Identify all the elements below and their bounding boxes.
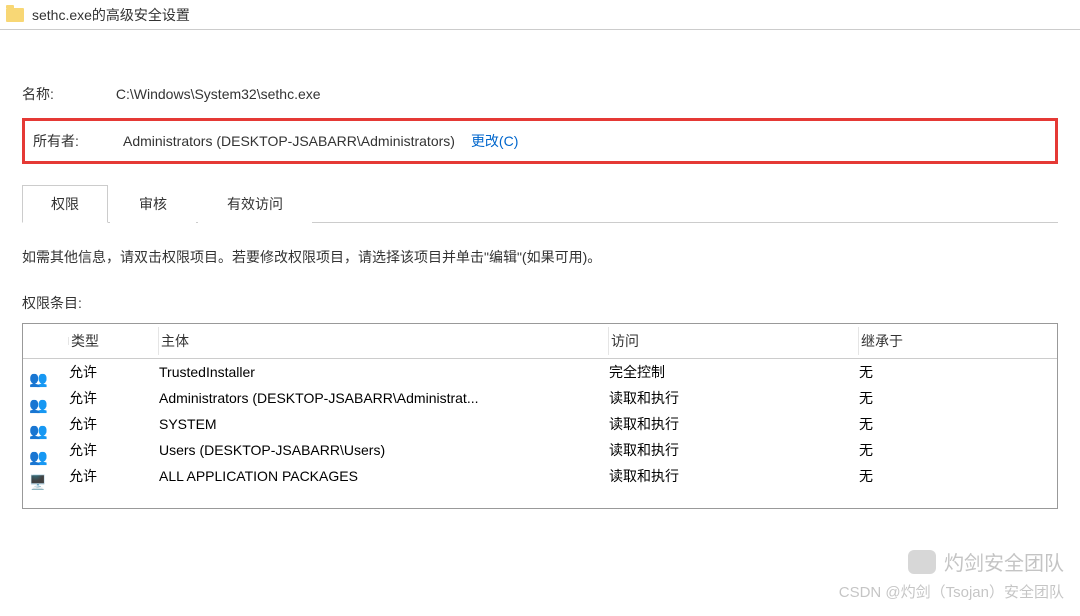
permission-entries-list[interactable]: 类型 主体 访问 继承于 允许TrustedInstaller完全控制无允许Ad… (22, 323, 1058, 509)
instruction-text: 如需其他信息，请双击权限项目。若要修改权限项目，请选择该项目并单击"编辑"(如果… (22, 247, 1058, 267)
tab-strip: 权限 审核 有效访问 (22, 184, 1058, 223)
title-bar: sethc.exe的高级安全设置 (0, 0, 1080, 30)
name-label: 名称: (22, 84, 112, 104)
name-value: C:\Windows\System32\sethc.exe (116, 86, 321, 102)
watermark-csdn: CSDN @灼剑（Tsojan）安全团队 (839, 581, 1064, 602)
entries-label: 权限条目: (22, 293, 1058, 313)
header-icon (29, 337, 69, 345)
cell-type: 允许 (69, 362, 159, 382)
entries-header: 类型 主体 访问 继承于 (23, 324, 1057, 359)
table-row[interactable]: 允许TrustedInstaller完全控制无 (23, 359, 1057, 385)
owner-label: 所有者: (33, 131, 123, 151)
owner-row: 所有者: Administrators (DESKTOP-JSABARR\Adm… (22, 118, 1058, 164)
cell-access: 读取和执行 (609, 388, 859, 408)
tab-permissions[interactable]: 权限 (22, 185, 108, 223)
wechat-icon (908, 550, 936, 574)
watermark-line1: 灼剑安全团队 (944, 547, 1064, 576)
cell-principal: ALL APPLICATION PACKAGES (159, 468, 609, 484)
header-principal[interactable]: 主体 (159, 327, 609, 355)
tab-effective-access[interactable]: 有效访问 (198, 185, 312, 223)
table-row[interactable]: 允许SYSTEM读取和执行无 (23, 411, 1057, 437)
cell-inherited: 无 (859, 440, 1039, 460)
cell-principal: Users (DESKTOP-JSABARR\Users) (159, 442, 609, 458)
owner-value: Administrators (DESKTOP-JSABARR\Administ… (123, 133, 455, 149)
cell-access: 读取和执行 (609, 466, 859, 486)
table-row[interactable]: 允许ALL APPLICATION PACKAGES读取和执行无 (23, 463, 1057, 489)
cell-type: 允许 (69, 440, 159, 460)
cell-access: 读取和执行 (609, 440, 859, 460)
header-type[interactable]: 类型 (69, 327, 159, 355)
cell-inherited: 无 (859, 466, 1039, 486)
cell-type: 允许 (69, 414, 159, 434)
watermark-wechat: 灼剑安全团队 (908, 547, 1064, 576)
cell-access: 完全控制 (609, 362, 859, 382)
cell-inherited: 无 (859, 414, 1039, 434)
cell-inherited: 无 (859, 362, 1039, 382)
table-row[interactable]: 允许Users (DESKTOP-JSABARR\Users)读取和执行无 (23, 437, 1057, 463)
name-row: 名称: C:\Windows\System32\sethc.exe (22, 84, 1058, 104)
change-owner-link[interactable]: 更改(C) (471, 131, 518, 151)
window-title: sethc.exe的高级安全设置 (32, 5, 190, 25)
cell-principal: SYSTEM (159, 416, 609, 432)
table-row[interactable]: 允许Administrators (DESKTOP-JSABARR\Admini… (23, 385, 1057, 411)
header-inherited[interactable]: 继承于 (859, 327, 1039, 355)
cell-inherited: 无 (859, 388, 1039, 408)
content-pane: 名称: C:\Windows\System32\sethc.exe 所有者: A… (0, 30, 1080, 519)
cell-principal: Administrators (DESKTOP-JSABARR\Administ… (159, 390, 609, 406)
cell-type: 允许 (69, 388, 159, 408)
header-access[interactable]: 访问 (609, 327, 859, 355)
folder-icon (6, 8, 24, 22)
tab-auditing[interactable]: 审核 (110, 185, 196, 223)
cell-type: 允许 (69, 466, 159, 486)
cell-principal: TrustedInstaller (159, 364, 609, 380)
cell-access: 读取和执行 (609, 414, 859, 434)
